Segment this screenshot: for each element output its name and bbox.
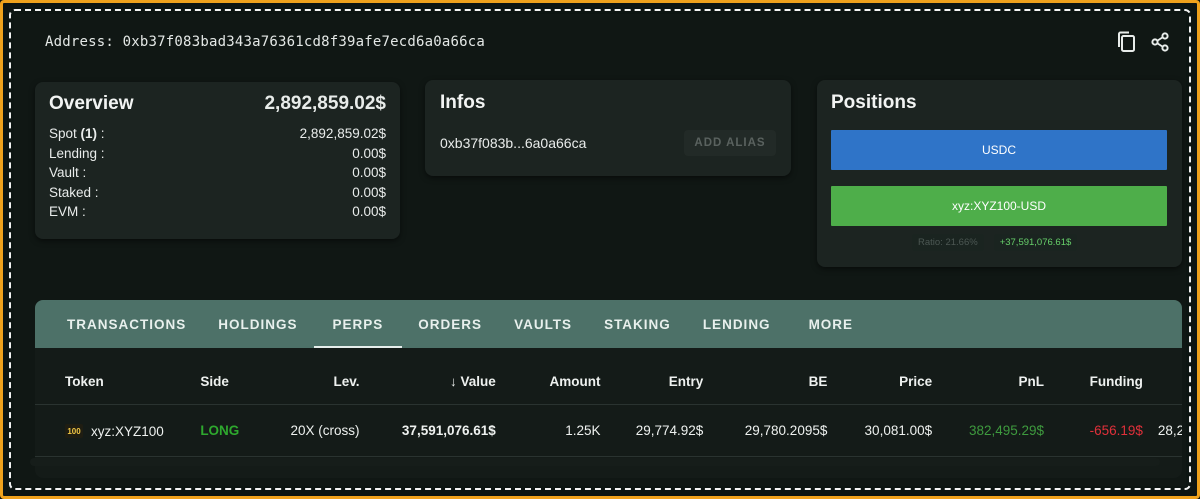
tab-holdings[interactable]: HOLDINGS — [202, 300, 313, 348]
cell-extra: 28,2 — [1155, 404, 1182, 457]
overview-row-value: 0.00$ — [352, 145, 386, 161]
overview-card: Overview 2,892,859.02$ Spot (1) : 2,892,… — [35, 82, 400, 239]
col-pnl-header[interactable]: PnL — [932, 360, 1045, 405]
token-logo-icon: 100 — [65, 424, 83, 438]
cell-be: 29,780.2095$ — [703, 404, 828, 457]
overview-row-label: EVM : — [49, 204, 86, 220]
overview-row-evm: EVM : 0.00$ — [49, 202, 386, 222]
copy-icon[interactable] — [1114, 30, 1138, 54]
infos-title: Infos — [440, 92, 486, 113]
col-value-header[interactable]: ↓ Value — [359, 360, 496, 405]
col-token-header[interactable]: Token — [35, 360, 173, 405]
overview-row-value: 0.00$ — [352, 165, 386, 181]
cell-amount: 1.25K — [495, 404, 601, 457]
col-side-header[interactable]: Side — [172, 360, 254, 405]
col-extra-header — [1155, 360, 1182, 405]
col-lev-header[interactable]: Lev. — [253, 360, 360, 405]
col-entry-header[interactable]: Entry — [600, 360, 704, 405]
overview-row-label: Vault : — [49, 165, 87, 181]
horizontal-scrollbar[interactable] — [30, 458, 1160, 466]
positions-card: Positions USDC xyz:XYZ100-USD Ratio: 21.… — [817, 80, 1182, 267]
cell-lev: 20X (cross) — [253, 404, 360, 457]
overview-title: Overview — [49, 93, 134, 114]
tab-staking[interactable]: STAKING — [588, 300, 687, 348]
cell-side: LONG — [172, 404, 254, 457]
position-xyz-bar[interactable]: xyz:XYZ100-USD — [831, 186, 1167, 226]
cell-pnl: 382,495.29$ — [932, 404, 1045, 457]
col-amount-header[interactable]: Amount — [495, 360, 601, 405]
share-icon[interactable] — [1148, 30, 1172, 54]
table-header-row: Token Side Lev. ↓ Value Amount Entry BE … — [35, 360, 1182, 405]
tab-perps[interactable]: PERPS — [313, 300, 403, 348]
col-price-header[interactable]: Price — [827, 360, 933, 405]
overview-row-spot: Spot (1) : 2,892,859.02$ — [49, 124, 386, 144]
position-pnl: +37,591,076.61$ — [993, 234, 1078, 251]
col-funding-header[interactable]: Funding — [1044, 360, 1156, 405]
address-bar: Address: 0xb37f083bad343a76361cd8f39afe7… — [30, 22, 1180, 62]
address-text: Address: 0xb37f083bad343a76361cd8f39afe7… — [45, 34, 486, 50]
cell-value: 37,591,076.61$ — [359, 404, 496, 457]
perps-table: Token Side Lev. ↓ Value Amount Entry BE … — [35, 360, 1182, 457]
sort-arrow-down-icon: ↓ — [449, 374, 461, 390]
cell-token: 100 xyz:XYZ100 — [35, 404, 173, 457]
tab-lending[interactable]: LENDING — [687, 300, 787, 348]
add-alias-button[interactable]: ADD ALIAS — [684, 130, 776, 156]
tab-more[interactable]: MORE — [793, 300, 870, 348]
overview-row-value: 0.00$ — [352, 204, 386, 220]
positions-title: Positions — [831, 92, 917, 113]
table-row[interactable]: 100 xyz:XYZ100 LONG 20X (cross) 37,591,0… — [35, 404, 1182, 457]
address-actions — [1114, 30, 1172, 54]
position-ratio: Ratio: 21.66% — [912, 234, 984, 251]
overview-total: 2,892,859.02$ — [264, 93, 386, 114]
col-be-header[interactable]: BE — [703, 360, 828, 405]
overview-row-value: 0.00$ — [352, 184, 386, 200]
overview-row-lending: Lending : 0.00$ — [49, 144, 386, 164]
tab-vaults[interactable]: VAULTS — [498, 300, 588, 348]
overview-row-vault: Vault : 0.00$ — [49, 163, 386, 183]
overview-row-label: Spot (1) : — [49, 126, 105, 142]
cell-price: 30,081.00$ — [827, 404, 933, 457]
cell-entry: 29,774.92$ — [600, 404, 704, 457]
overview-row-value: 2,892,859.02$ — [299, 126, 386, 142]
tab-bar: TRANSACTIONS HOLDINGS PERPS ORDERS VAULT… — [35, 300, 1182, 348]
cell-funding: -656.19$ — [1044, 404, 1156, 457]
overview-row-label: Lending : — [49, 145, 105, 161]
token-name: xyz:XYZ100 — [91, 423, 164, 439]
tabs-panel: TRANSACTIONS HOLDINGS PERPS ORDERS VAULT… — [35, 300, 1182, 478]
position-usdc-bar[interactable]: USDC — [831, 130, 1167, 170]
overview-row-staked: Staked : 0.00$ — [49, 183, 386, 203]
infos-card: Infos 0xb37f083b...6a0a66ca ADD ALIAS — [425, 80, 791, 176]
tab-orders[interactable]: ORDERS — [402, 300, 498, 348]
overview-row-label: Staked : — [49, 184, 99, 200]
tab-transactions[interactable]: TRANSACTIONS — [51, 300, 202, 348]
infos-short-address: 0xb37f083b...6a0a66ca — [440, 135, 587, 151]
